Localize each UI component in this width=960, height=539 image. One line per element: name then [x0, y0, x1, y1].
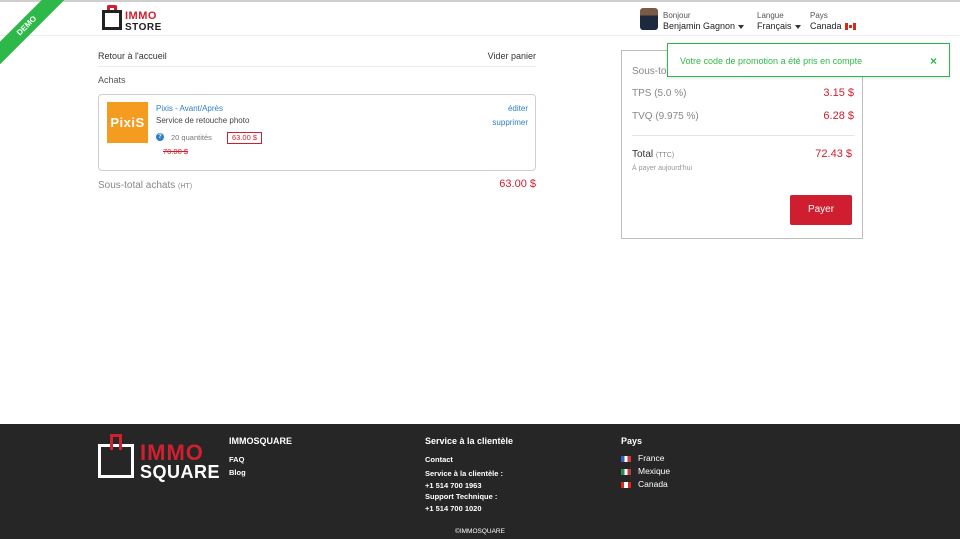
logo-text-top: IMMO	[125, 10, 157, 22]
support-phone[interactable]: +1 514 700 1020	[425, 504, 482, 513]
product-description: Service de retouche photo	[156, 116, 250, 125]
immostore-logo[interactable]: IMMO STORE	[102, 5, 162, 34]
greeting-text: Bonjour	[663, 11, 691, 20]
language-value: Français	[757, 21, 792, 31]
order-summary: Sous-to TPS (5.0 %) 3.15 $ TVQ (9.975 %)…	[621, 50, 863, 239]
tvq-value: 6.28 $	[823, 110, 854, 122]
footer-logo-bottom: SQUARE	[140, 462, 221, 482]
demo-ribbon: DEMO	[0, 0, 70, 70]
pixis-logo: PixiS	[107, 102, 148, 143]
country-label: Pays	[810, 11, 828, 20]
site-header: IMMO STORE Bonjour Benjamin Gagnon Langu…	[0, 2, 960, 36]
site-footer: IMMO SQUARE IMMOSQUARE FAQ Blog Service …	[0, 424, 960, 539]
pay-today-text: À payer aujourd'hui	[632, 165, 693, 172]
tvq-row: TVQ (9.975 %) 6.28 $	[632, 110, 854, 122]
total-text: Total	[632, 149, 654, 160]
total-ttc: (TTC)	[655, 152, 675, 159]
user-menu[interactable]: Bonjour Benjamin Gagnon	[663, 10, 745, 32]
total-value: 72.43 $	[815, 148, 852, 160]
mexico-flag-icon	[621, 468, 631, 475]
subtotal-ht: (HT)	[178, 183, 193, 190]
country-value: Canada	[810, 21, 842, 31]
tps-row: TPS (5.0 %) 3.15 $	[632, 87, 854, 99]
chevron-down-icon	[794, 24, 801, 29]
blog-link[interactable]: Blog	[229, 468, 246, 477]
product-name-link[interactable]: Pixis - Avant/Après	[156, 104, 223, 113]
canada-flag-icon	[621, 481, 631, 488]
total-label: Total (TTC)	[632, 149, 674, 160]
tvq-label: TVQ (9.975 %)	[632, 111, 699, 122]
question-icon[interactable]: ?	[156, 133, 164, 141]
cart-actions-row: Retour à l'accueil Vider panier	[98, 50, 536, 67]
support-label: Support Technique :	[425, 492, 498, 501]
user-name: Benjamin Gagnon	[663, 21, 736, 31]
country-mexico-label: Mexique	[638, 466, 671, 476]
toast-message: Votre code de promotion a été pris en co…	[680, 56, 863, 66]
purchases-title: Achats	[98, 75, 126, 85]
service-phone[interactable]: +1 514 700 1963	[425, 481, 482, 490]
language-selector[interactable]: Langue Français	[757, 10, 801, 32]
canada-flag-icon	[844, 23, 856, 31]
purchases-subtotal-value: 63.00 $	[499, 178, 536, 190]
cart-item: PixiS Pixis - Avant/Après Service de ret…	[98, 94, 536, 171]
footer-col-countries: Pays	[621, 436, 643, 446]
footer-col-service: Service à la clientèle	[425, 436, 514, 446]
item-old-price: 70.00 $	[163, 147, 189, 156]
user-avatar[interactable]	[640, 8, 658, 30]
subtotal-text: Sous-total achats	[98, 180, 176, 191]
demo-ribbon-label: DEMO	[0, 0, 70, 70]
summary-divider	[632, 135, 854, 136]
immosquare-logo[interactable]: IMMO SQUARE	[98, 434, 220, 484]
item-quantity: 20 quantités	[171, 133, 212, 142]
chevron-down-icon	[738, 24, 745, 29]
promo-toast: Votre code de promotion a été pris en co…	[667, 43, 950, 77]
language-label: Langue	[757, 11, 784, 20]
country-france-label: France	[638, 453, 665, 463]
country-mexico-link[interactable]: Mexique	[621, 466, 670, 476]
edit-item-link[interactable]: éditer	[508, 104, 528, 113]
empty-cart-link[interactable]: Vider panier	[488, 51, 536, 61]
close-icon[interactable]: ×	[930, 54, 937, 68]
logo-handle-icon	[110, 434, 122, 450]
country-selector[interactable]: Pays Canada	[810, 10, 856, 32]
tps-value: 3.15 $	[823, 87, 854, 99]
copyright-text: ©IMMOSQUARE	[455, 528, 505, 535]
france-flag-icon	[621, 455, 631, 462]
service-label: Service à la clientèle :	[425, 469, 503, 478]
faq-link[interactable]: FAQ	[229, 455, 244, 464]
country-france-link[interactable]: France	[621, 453, 664, 463]
footer-col-immosquare: IMMOSQUARE	[229, 436, 292, 446]
purchases-subtotal-label: Sous-total achats (HT)	[98, 180, 192, 191]
pay-button[interactable]: Payer	[790, 195, 852, 225]
tps-label: TPS (5.0 %)	[632, 88, 687, 99]
country-canada-label: Canada	[638, 479, 668, 489]
summary-subtotal-label: Sous-to	[632, 66, 667, 77]
item-price: 63.00 $	[227, 132, 263, 144]
logo-text-bottom: STORE	[125, 22, 162, 33]
remove-item-link[interactable]: supprimer	[492, 118, 528, 127]
contact-link[interactable]: Contact	[425, 455, 453, 464]
back-home-link[interactable]: Retour à l'accueil	[98, 51, 167, 61]
shopping-bag-icon	[102, 10, 122, 30]
country-canada-link[interactable]: Canada	[621, 479, 668, 489]
